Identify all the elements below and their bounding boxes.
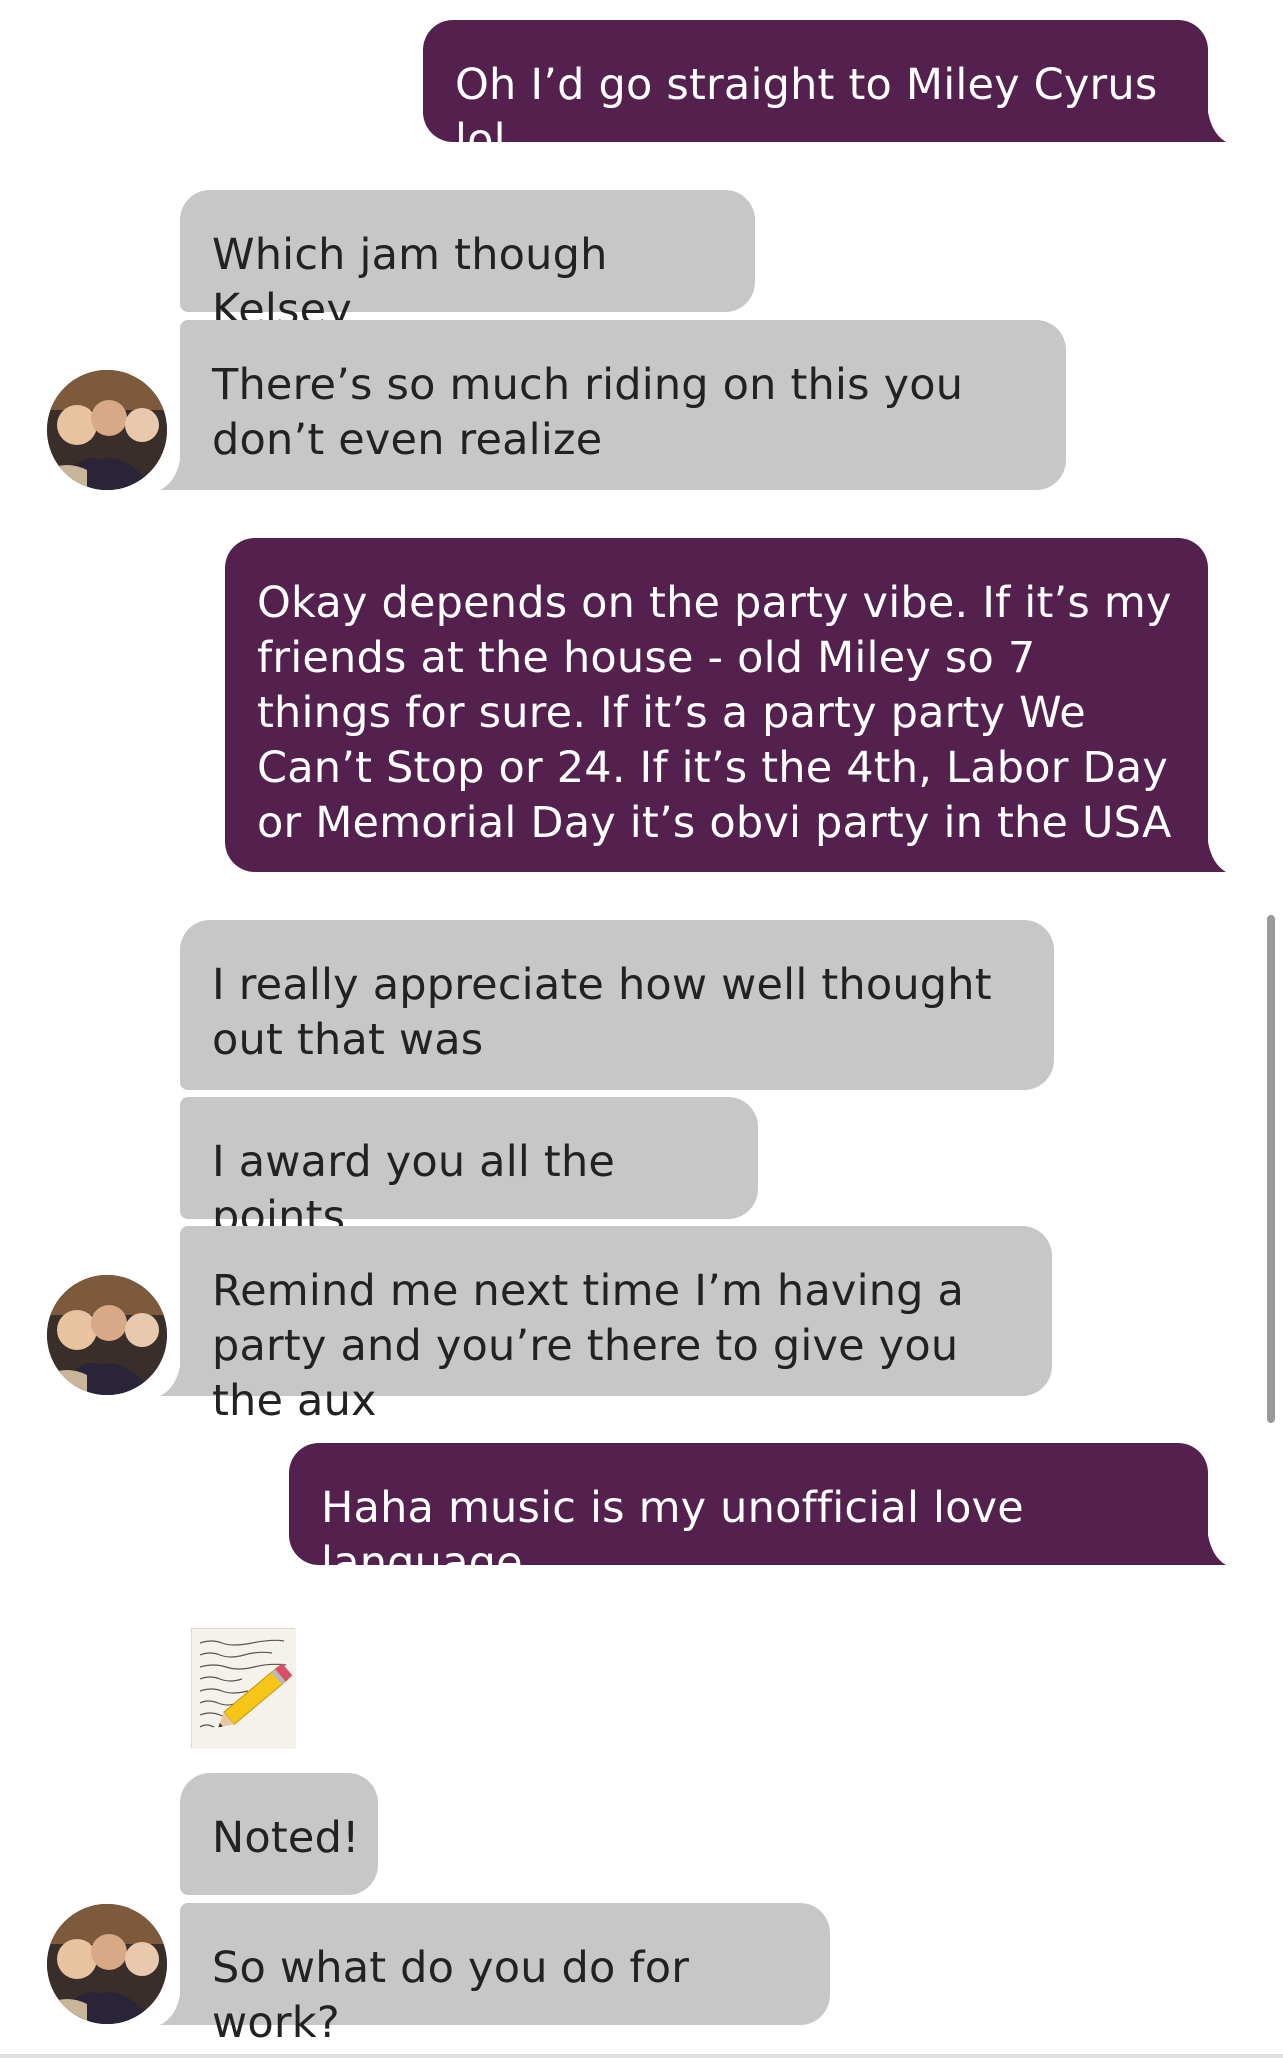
sent-message[interactable]: Okay depends on the party vibe. If it’s …: [225, 538, 1208, 872]
message-text: So what do you do for work?: [212, 1943, 690, 2048]
bubble-tail: [160, 1995, 190, 2025]
chat-thread[interactable]: Oh I’d go straight to Miley Cyrus lol Wh…: [0, 0, 1283, 2058]
message-text: Noted!: [212, 1813, 360, 1863]
bubble-tail: [160, 1366, 190, 1396]
bubble-tail: [160, 460, 190, 490]
sent-message[interactable]: Oh I’d go straight to Miley Cyrus lol: [423, 20, 1208, 165]
message-text: I really appreciate how well thought out…: [212, 960, 992, 1065]
sent-message[interactable]: Haha music is my unofficial love languag…: [289, 1443, 1208, 1588]
message-text: Haha music is my unofficial love languag…: [321, 1483, 1024, 1588]
message-text: Oh I’d go straight to Miley Cyrus lol: [455, 60, 1158, 165]
divider: [0, 2054, 1283, 2058]
message-text: Remind me next time I’m having a party a…: [212, 1266, 965, 1426]
received-message[interactable]: So what do you do for work?: [180, 1903, 830, 2048]
received-message[interactable]: Noted!: [180, 1773, 378, 1895]
avatar[interactable]: [47, 1904, 167, 2024]
received-message[interactable]: Remind me next time I’m having a party a…: [180, 1226, 1052, 1426]
received-message[interactable]: I really appreciate how well thought out…: [180, 920, 1054, 1090]
received-message[interactable]: I award you all the points: [180, 1097, 758, 1242]
bubble-tail: [1180, 1535, 1226, 1565]
message-text: There’s so much riding on this you don’t…: [212, 360, 964, 465]
avatar[interactable]: [47, 1275, 167, 1395]
message-text: Okay depends on the party vibe. If it’s …: [257, 578, 1172, 848]
received-message[interactable]: There’s so much riding on this you don’t…: [180, 320, 1066, 490]
memo-pencil-icon[interactable]: [191, 1628, 296, 1749]
received-message[interactable]: Which jam though Kelsey: [180, 190, 755, 335]
scrollbar[interactable]: [1267, 915, 1275, 1423]
avatar[interactable]: [47, 370, 167, 490]
bubble-tail: [1180, 842, 1226, 872]
bubble-tail: [1180, 112, 1226, 142]
